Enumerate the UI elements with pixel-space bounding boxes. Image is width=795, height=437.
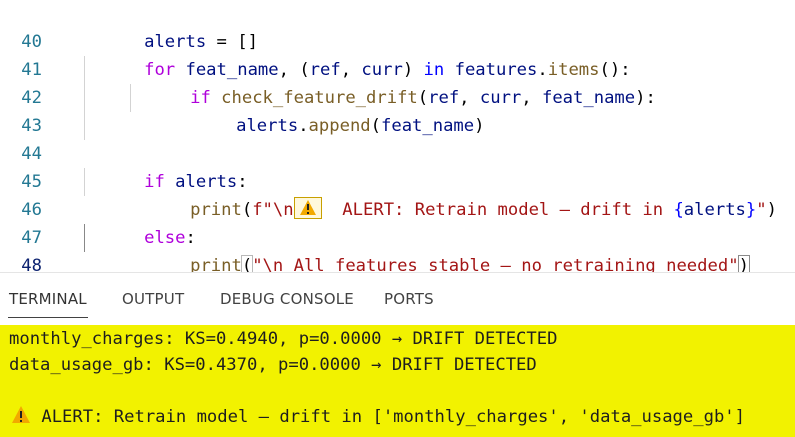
code-editor[interactable]: 40 alerts = [] 41 for feat_name, (ref, c…	[0, 0, 795, 272]
terminal-alert-line: ALERT: Retrain model — drift in ['monthl…	[9, 404, 745, 430]
tab-output[interactable]: OUTPUT	[122, 290, 184, 308]
code-line: 45 if alerts:	[0, 140, 795, 192]
terminal-output[interactable]: monthly_charges: KS=0.4940, p=0.0000 → D…	[0, 325, 795, 437]
active-tab-indicator	[8, 317, 88, 318]
code-token: print	[190, 256, 242, 272]
terminal-line: data_usage_gb: KS=0.4370, p=0.0000 → DRI…	[9, 355, 537, 375]
code-token: )	[737, 255, 750, 272]
tab-terminal[interactable]: TERMINAL	[9, 290, 87, 308]
line-number: 48	[21, 256, 42, 272]
tab-ports[interactable]: PORTS	[384, 290, 434, 308]
code-line: 44	[0, 112, 795, 164]
code-line: 40 alerts = []	[0, 0, 795, 52]
code-line: 47 else:	[0, 196, 795, 248]
code-line: 46 print(f"\n ALERT: Retrain model — dri…	[0, 168, 795, 220]
tab-debug-console[interactable]: DEBUG CONSOLE	[220, 290, 354, 308]
code-line-active: 48 print("\n All features stable — no re…	[0, 224, 795, 272]
code-line: 41 for feat_name, (ref, curr) in feature…	[0, 28, 795, 80]
code-token: "\n All features stable — no retraining …	[252, 256, 739, 272]
terminal-alert-text: ALERT: Retrain model — drift in ['monthl…	[31, 407, 745, 427]
warning-icon	[9, 405, 31, 425]
terminal-line: monthly_charges: KS=0.4940, p=0.0000 → D…	[9, 329, 558, 349]
panel-tabs: TERMINAL OUTPUT DEBUG CONSOLE PORTS	[0, 273, 795, 325]
code-line: 43 alerts.append(feat_name)	[0, 84, 795, 136]
code-token: (	[240, 255, 254, 272]
code-line: 42 if check_feature_drift(ref, curr, fea…	[0, 56, 795, 108]
